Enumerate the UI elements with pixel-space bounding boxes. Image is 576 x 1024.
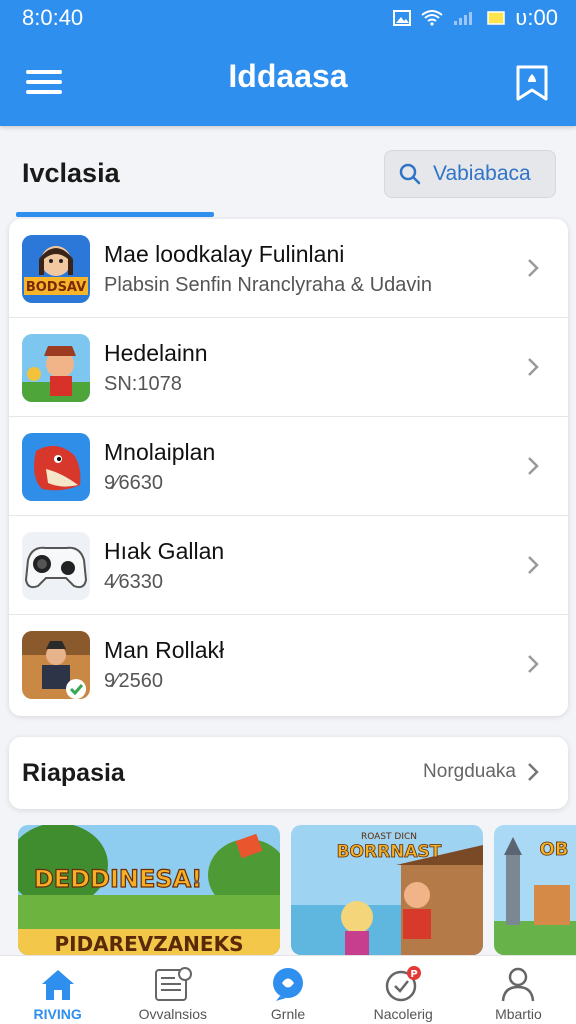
status-battery-text: ʋ:00 <box>515 5 558 30</box>
list-item-subtitle: SN:1078 <box>104 373 182 395</box>
status-bar: 8:0:40 ʋ:00 <box>0 0 576 36</box>
search-button[interactable]: Vabiabaca <box>384 150 556 198</box>
game-thumbnail <box>22 334 90 402</box>
nav-label: RIVING <box>33 1006 82 1022</box>
list-item-subtitle: 9⁄2560 <box>104 670 163 692</box>
list-item-title: Mae loodkalay Fulinlani <box>104 241 345 267</box>
section-tab-indicator <box>16 212 214 217</box>
svg-text:DEDDINESA!: DEDDINESA! <box>34 865 202 893</box>
svg-text:BODSAV: BODSAV <box>26 280 86 295</box>
list-item-title: Hıak Gallan <box>104 538 225 564</box>
chevron-right-icon <box>528 556 539 574</box>
list-item-title: Hedelainn <box>104 340 208 366</box>
chevron-right-icon <box>528 358 539 376</box>
search-icon <box>399 163 421 185</box>
notification-icon: P <box>385 966 422 1002</box>
list-item-title: Mnolaiplan <box>104 439 216 465</box>
see-more-link[interactable]: Norgduaka <box>423 761 540 783</box>
wifi-icon <box>421 10 443 26</box>
game-thumbnail: BODSAV <box>22 235 90 303</box>
featured-banner[interactable]: DEDDINESA! PIDAREVZANEKS <box>18 825 280 955</box>
featured-banner[interactable]: OB <box>494 825 576 955</box>
home-icon <box>41 970 74 1000</box>
bookmark-button[interactable] <box>514 64 550 102</box>
section-title: Ivclasia <box>22 158 120 188</box>
nav-item-news[interactable]: Ovvalnsios <box>115 956 230 1024</box>
chevron-right-icon <box>528 259 539 277</box>
nav-item-notifications[interactable]: P Nacolerig <box>346 956 461 1024</box>
nav-label: Ovvalnsios <box>138 1006 208 1022</box>
game-thumbnail <box>22 433 90 501</box>
featured-header-card: Riapasia Norgduaka <box>9 737 568 809</box>
featured-title: Riapasia <box>22 759 125 787</box>
app-bar: 8:0:40 ʋ:00 Iddaasa <box>0 0 576 126</box>
nav-item-chat[interactable]: Grnle <box>230 956 345 1024</box>
chat-icon <box>273 968 303 1001</box>
list-item[interactable]: Hedelainn SN:1078 <box>9 318 568 417</box>
news-icon <box>154 967 192 1001</box>
list-item-subtitle: 9⁄6630 <box>104 472 163 494</box>
game-list: BODSAV Mae loodkalay Fulinlani Plabsin S… <box>9 219 568 716</box>
status-icons: ʋ:00 <box>393 5 558 31</box>
see-more-label: Norgduaka <box>423 761 516 782</box>
list-item[interactable]: BODSAV Mae loodkalay Fulinlani Plabsin S… <box>9 219 568 318</box>
signal-icon <box>454 12 473 25</box>
featured-banner[interactable]: BORRNAST ROAST DICN <box>291 825 483 955</box>
nav-item-profile[interactable]: Mbartio <box>461 956 576 1024</box>
nav-label: Mbartio <box>495 1006 542 1022</box>
chevron-right-icon <box>528 655 539 673</box>
bottom-nav: RIVING Ovvalnsios Grnle P Nacolerig Mbar… <box>0 955 576 1024</box>
svg-text:BORRNAST: BORRNAST <box>337 842 442 862</box>
status-time: 8:0:40 <box>22 5 84 30</box>
image-icon <box>393 10 412 26</box>
list-item-subtitle: 4⁄6330 <box>104 571 163 593</box>
list-item[interactable]: Hıak Gallan 4⁄6330 <box>9 516 568 615</box>
search-label: Vabiabaca <box>433 162 531 185</box>
game-thumbnail <box>22 631 90 699</box>
list-item[interactable]: Man Rollakł 9⁄2560 <box>9 615 568 714</box>
list-item-title: Man Rollakł <box>104 637 225 663</box>
nav-label: Grnle <box>270 1006 306 1022</box>
svg-text:P: P <box>411 969 418 980</box>
app-title: Iddaasa <box>228 58 348 94</box>
list-item[interactable]: Mnolaiplan 9⁄6630 <box>9 417 568 516</box>
svg-text:ROAST DICN: ROAST DICN <box>361 832 417 842</box>
svg-text:PIDAREVZANEKS: PIDAREVZANEKS <box>54 932 243 955</box>
battery-icon <box>487 11 506 25</box>
chevron-right-icon <box>528 763 539 781</box>
svg-text:OB: OB <box>539 839 568 860</box>
game-thumbnail <box>22 532 90 600</box>
nav-item-home[interactable]: RIVING <box>0 956 115 1024</box>
chevron-right-icon <box>528 457 539 475</box>
profile-icon <box>502 967 535 1002</box>
nav-label: Nacolerig <box>373 1006 433 1022</box>
list-item-subtitle: Plabsin Senfin Nranclyraha & Udavin <box>104 274 432 296</box>
